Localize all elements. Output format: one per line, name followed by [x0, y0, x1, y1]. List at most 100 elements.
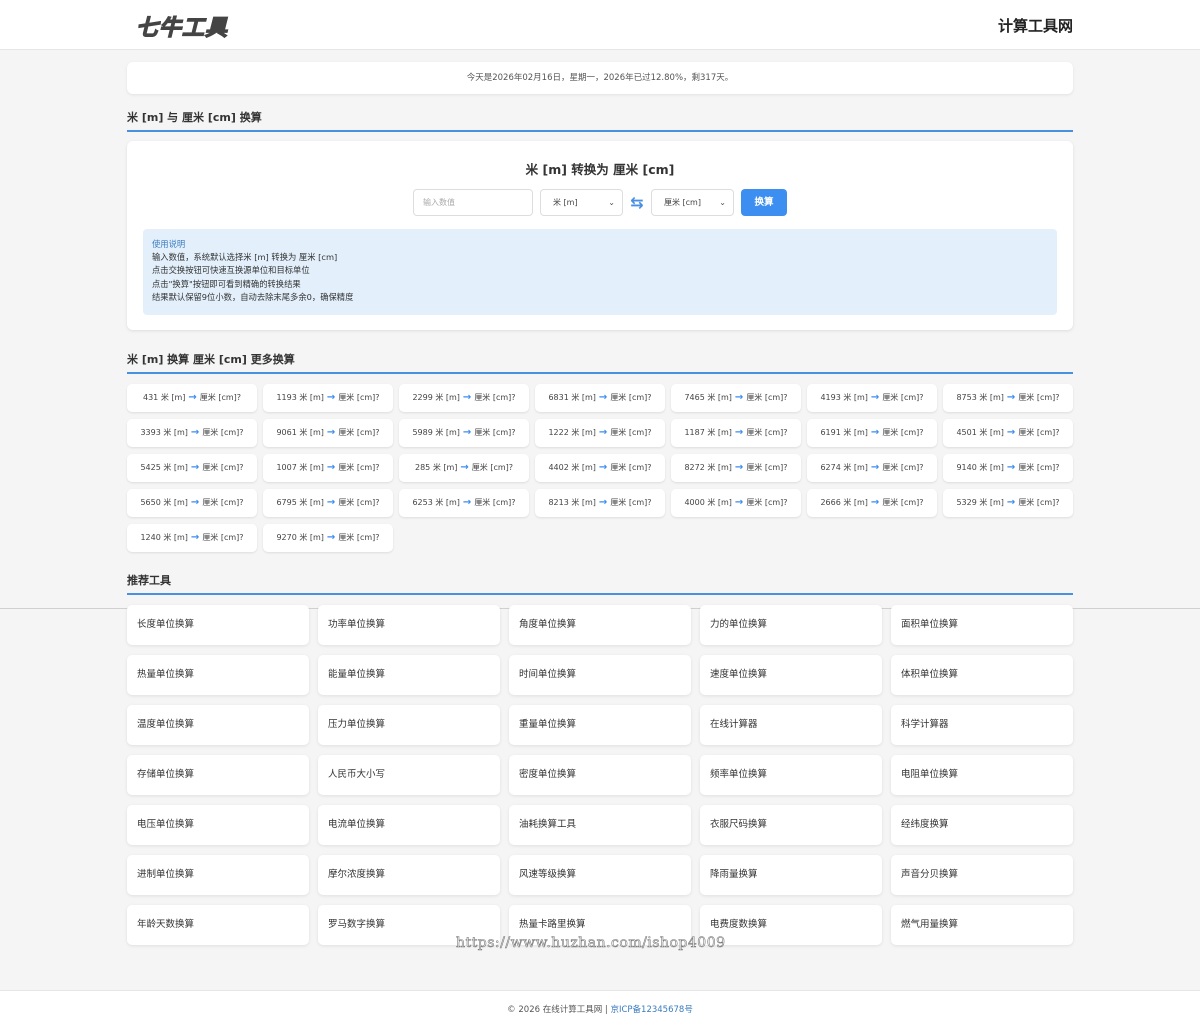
- conversion-link[interactable]: 431 米 [m] → 厘米 [cm]?: [127, 384, 257, 412]
- value-input[interactable]: [413, 189, 533, 216]
- to-unit-label: 厘米 [cm]?: [338, 498, 380, 507]
- conversion-link[interactable]: 1222 米 [m] → 厘米 [cm]?: [535, 419, 665, 447]
- conversion-link[interactable]: 2666 米 [m] → 厘米 [cm]?: [807, 489, 937, 517]
- tool-card[interactable]: 重量单位换算: [509, 705, 691, 745]
- help-line: 结果默认保留9位小数，自动去除末尾多余0，确保精度: [152, 291, 354, 302]
- tool-card[interactable]: 面积单位换算: [891, 605, 1073, 645]
- from-unit-label: 米 [m]: [299, 463, 324, 472]
- tool-card[interactable]: 存储单位换算: [127, 755, 309, 795]
- from-unit-select[interactable]: 米 [m] ⌄: [540, 189, 623, 216]
- conversion-link[interactable]: 8272 米 [m] → 厘米 [cm]?: [671, 454, 801, 482]
- tool-card[interactable]: 油耗换算工具: [509, 805, 691, 845]
- conversion-link[interactable]: 2299 米 [m] → 厘米 [cm]?: [399, 384, 529, 412]
- to-unit-label: 厘米 [cm]?: [746, 498, 788, 507]
- conversion-value: 5425: [140, 463, 161, 472]
- conversion-link[interactable]: 5425 米 [m] → 厘米 [cm]?: [127, 454, 257, 482]
- from-unit-label: 米 [m]: [160, 393, 186, 402]
- tool-card[interactable]: 电流单位换算: [318, 805, 500, 845]
- tool-card[interactable]: 电压单位换算: [127, 805, 309, 845]
- to-unit-label: 厘米 [cm]?: [746, 428, 788, 437]
- icp-link[interactable]: 京ICP备12345678号: [610, 1005, 692, 1015]
- conversion-link[interactable]: 1187 米 [m] → 厘米 [cm]?: [671, 419, 801, 447]
- conversion-link[interactable]: 3393 米 [m] → 厘米 [cm]?: [127, 419, 257, 447]
- conversion-link[interactable]: 6253 米 [m] → 厘米 [cm]?: [399, 489, 529, 517]
- conversion-link[interactable]: 9140 米 [m] → 厘米 [cm]?: [943, 454, 1073, 482]
- to-unit-label: 厘米 [cm]?: [882, 463, 924, 472]
- to-unit-label: 厘米 [cm]?: [1018, 393, 1060, 402]
- conversion-link[interactable]: 6795 米 [m] → 厘米 [cm]?: [263, 489, 393, 517]
- date-info-bar: 今天是2026年02月16日，星期一，2026年已过12.80%，剩317天。: [127, 62, 1073, 94]
- conversion-value: 2299: [412, 393, 433, 402]
- tool-card[interactable]: 声音分贝换算: [891, 855, 1073, 895]
- tool-card[interactable]: 密度单位换算: [509, 755, 691, 795]
- tool-card[interactable]: 经纬度换算: [891, 805, 1073, 845]
- tool-card[interactable]: 衣服尺码换算: [700, 805, 882, 845]
- tool-card[interactable]: 电费度数换算: [700, 905, 882, 945]
- tool-card[interactable]: 年龄天数换算: [127, 905, 309, 945]
- from-unit-label: 米 [m]: [299, 428, 324, 437]
- section-divider: [127, 372, 1073, 374]
- help-title: 使用说明: [152, 239, 186, 249]
- tool-card[interactable]: 进制单位换算: [127, 855, 309, 895]
- conversion-link[interactable]: 9270 米 [m] → 厘米 [cm]?: [263, 524, 393, 552]
- conversion-link[interactable]: 5989 米 [m] → 厘米 [cm]?: [399, 419, 529, 447]
- tool-card[interactable]: 电阻单位换算: [891, 755, 1073, 795]
- tool-card[interactable]: 角度单位换算: [509, 605, 691, 645]
- tool-card[interactable]: 功率单位换算: [318, 605, 500, 645]
- to-unit-select[interactable]: 厘米 [cm] ⌄: [651, 189, 734, 216]
- conversion-value: 5989: [412, 428, 433, 437]
- arrow-right-icon: →: [598, 427, 608, 438]
- from-unit-label: 米 [m]: [707, 498, 732, 507]
- tool-card[interactable]: 速度单位换算: [700, 655, 882, 695]
- tool-card[interactable]: 热量单位换算: [127, 655, 309, 695]
- tool-card[interactable]: 在线计算器: [700, 705, 882, 745]
- tool-card[interactable]: 摩尔浓度换算: [318, 855, 500, 895]
- tool-card[interactable]: 人民币大小写: [318, 755, 500, 795]
- conversion-link[interactable]: 8213 米 [m] → 厘米 [cm]?: [535, 489, 665, 517]
- tool-card[interactable]: 长度单位换算: [127, 605, 309, 645]
- tool-card[interactable]: 科学计算器: [891, 705, 1073, 745]
- conversion-link[interactable]: 6831 米 [m] → 厘米 [cm]?: [535, 384, 665, 412]
- to-unit-label: 厘米 [cm]?: [474, 498, 516, 507]
- tool-card[interactable]: 时间单位换算: [509, 655, 691, 695]
- tool-card[interactable]: 频率单位换算: [700, 755, 882, 795]
- conversion-link[interactable]: 4193 米 [m] → 厘米 [cm]?: [807, 384, 937, 412]
- conversion-link[interactable]: 4000 米 [m] → 厘米 [cm]?: [671, 489, 801, 517]
- tool-card[interactable]: 燃气用量换算: [891, 905, 1073, 945]
- conversion-value: 431: [142, 393, 159, 402]
- conversion-link[interactable]: 4402 米 [m] → 厘米 [cm]?: [535, 454, 665, 482]
- conversion-link[interactable]: 5650 米 [m] → 厘米 [cm]?: [127, 489, 257, 517]
- from-unit-label: 米 [m]: [299, 498, 324, 507]
- from-unit-label: 米 [m]: [843, 428, 868, 437]
- conversion-link[interactable]: 9061 米 [m] → 厘米 [cm]?: [263, 419, 393, 447]
- tool-card[interactable]: 风速等级换算: [509, 855, 691, 895]
- conversion-value: 8753: [956, 393, 977, 402]
- to-unit-label: 厘米 [cm]?: [882, 498, 924, 507]
- to-unit-label: 厘米 [cm]?: [474, 428, 516, 437]
- conversion-link[interactable]: 1240 米 [m] → 厘米 [cm]?: [127, 524, 257, 552]
- conversion-link[interactable]: 8753 米 [m] → 厘米 [cm]?: [943, 384, 1073, 412]
- tool-card[interactable]: 能量单位换算: [318, 655, 500, 695]
- conversion-link[interactable]: 1193 米 [m] → 厘米 [cm]?: [263, 384, 393, 412]
- site-logo[interactable]: 七牛工具: [135, 10, 228, 42]
- conversion-link[interactable]: 6191 米 [m] → 厘米 [cm]?: [807, 419, 937, 447]
- swap-arrows-icon[interactable]: ⇆: [627, 193, 647, 213]
- from-unit-label: 米 [m]: [843, 498, 868, 507]
- conversion-value: 1240: [140, 533, 161, 542]
- to-unit-label: 厘米 [cm]?: [610, 428, 652, 437]
- arrow-right-icon: →: [598, 392, 608, 403]
- tool-card[interactable]: 力的单位换算: [700, 605, 882, 645]
- conversion-link[interactable]: 285 米 [m] → 厘米 [cm]?: [399, 454, 529, 482]
- conversion-link[interactable]: 6274 米 [m] → 厘米 [cm]?: [807, 454, 937, 482]
- tool-card[interactable]: 温度单位换算: [127, 705, 309, 745]
- convert-button[interactable]: 换算: [741, 189, 787, 216]
- site-title[interactable]: 计算工具网: [998, 15, 1073, 36]
- tool-card[interactable]: 体积单位换算: [891, 655, 1073, 695]
- tool-card[interactable]: 压力单位换算: [318, 705, 500, 745]
- tool-card[interactable]: 降雨量换算: [700, 855, 882, 895]
- conversion-link[interactable]: 7465 米 [m] → 厘米 [cm]?: [671, 384, 801, 412]
- conversion-link[interactable]: 1007 米 [m] → 厘米 [cm]?: [263, 454, 393, 482]
- conversion-link[interactable]: 5329 米 [m] → 厘米 [cm]?: [943, 489, 1073, 517]
- conversion-link[interactable]: 4501 米 [m] → 厘米 [cm]?: [943, 419, 1073, 447]
- arrow-right-icon: →: [462, 392, 472, 403]
